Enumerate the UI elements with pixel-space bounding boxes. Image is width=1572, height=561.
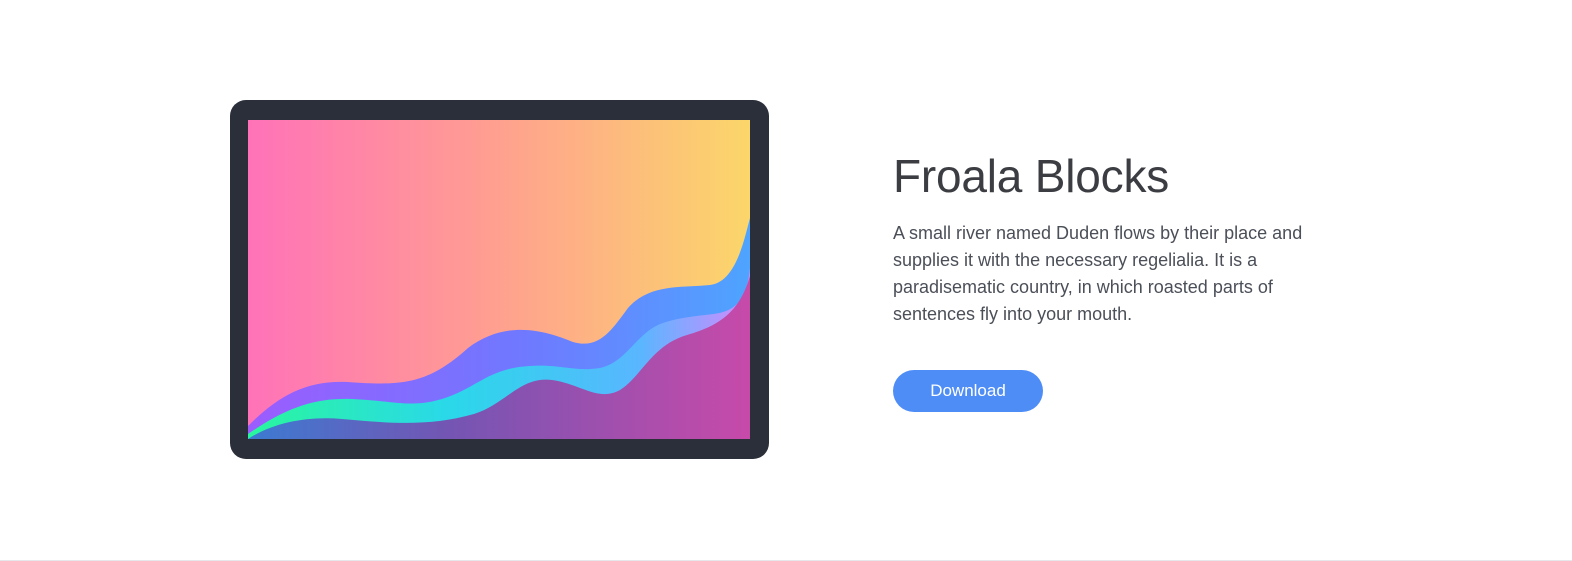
hero-content: Froala Blocks A small river named Duden … bbox=[893, 150, 1323, 412]
hero-description: A small river named Duden flows by their… bbox=[893, 223, 1303, 324]
page-title: Froala Blocks bbox=[893, 150, 1170, 202]
download-button[interactable]: Download bbox=[893, 370, 1043, 412]
tablet-frame bbox=[230, 100, 769, 459]
wave-illustration-icon bbox=[248, 120, 750, 439]
hero-section: Froala Blocks A small river named Duden … bbox=[0, 0, 1572, 561]
tablet-screen bbox=[248, 120, 750, 439]
